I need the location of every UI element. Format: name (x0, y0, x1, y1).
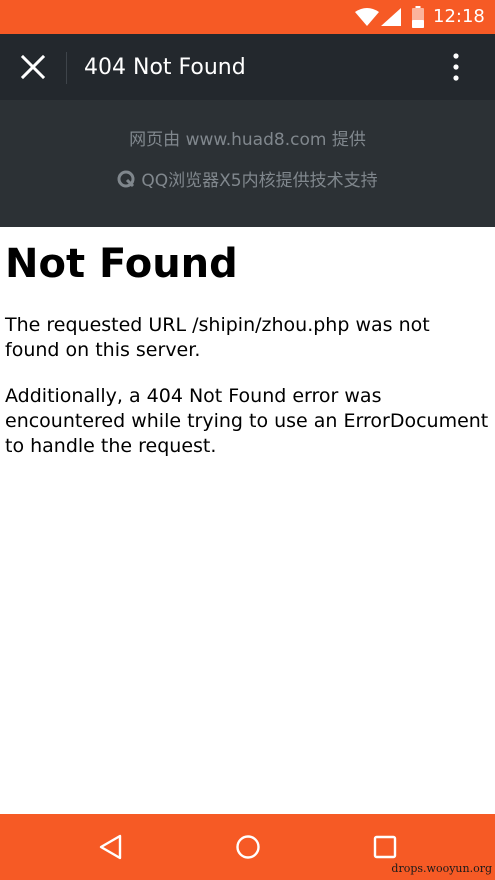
recent-apps-icon (373, 835, 397, 859)
qq-browser-icon (117, 170, 135, 188)
more-vert-icon (453, 53, 459, 81)
page-title: 404 Not Found (84, 55, 246, 80)
page-content: Not Found The requested URL /shipin/zhou… (5, 227, 490, 459)
recent-apps-button[interactable] (370, 832, 400, 862)
overflow-menu-button[interactable] (440, 47, 472, 87)
navigation-bar: drops.wooyun.org (0, 814, 495, 880)
error-message: The requested URL /shipin/zhou.php was n… (5, 314, 430, 361)
provider-text: 网页由 www.huad8.com 提供 (129, 130, 366, 150)
signal-icon (381, 8, 401, 26)
error-detail: Additionally, a 404 Not Found error was … (5, 385, 489, 457)
home-icon (236, 835, 260, 859)
wifi-icon (355, 8, 379, 26)
app-bar-divider (66, 52, 67, 84)
provider-banner: 网页由 www.huad8.com 提供 QQ浏览器X5内核提供技术支持 (0, 100, 495, 227)
app-bar: 404 Not Found (0, 34, 495, 100)
back-icon (99, 834, 122, 860)
close-button[interactable] (14, 47, 54, 87)
status-bar: 12:18 (0, 0, 495, 34)
error-heading: Not Found (5, 241, 238, 287)
battery-icon (412, 6, 424, 28)
status-time: 12:18 (433, 6, 485, 27)
close-icon (20, 54, 46, 80)
back-button[interactable] (96, 832, 126, 862)
x5-support-text: QQ浏览器X5内核提供技术支持 (141, 171, 378, 191)
home-button[interactable] (233, 832, 263, 862)
watermark: drops.wooyun.org (391, 862, 492, 875)
x5-support-line: QQ浏览器X5内核提供技术支持 (0, 169, 495, 193)
